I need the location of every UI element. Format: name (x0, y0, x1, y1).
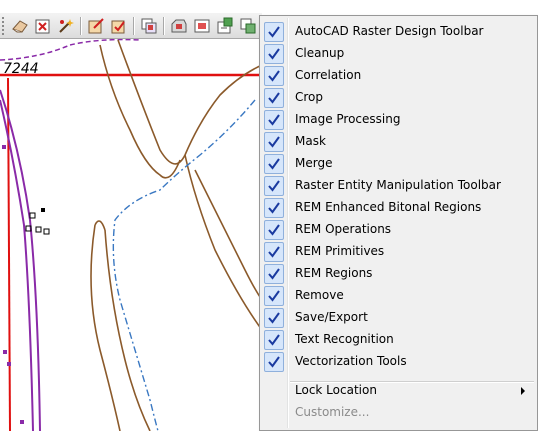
map-symbol (29, 212, 36, 219)
menu-item-toolbar[interactable]: REM Primitives (262, 241, 535, 263)
toolbar-context-menu: AutoCAD Raster Design Toolbar Cleanup Corr… (259, 15, 538, 431)
checkmark-icon (264, 264, 284, 284)
raster-toolbar (0, 13, 262, 39)
checkmark-icon (264, 176, 284, 196)
menu-item-toolbar[interactable]: Image Processing (262, 109, 535, 131)
submenu-arrow-icon (521, 387, 525, 395)
contour-line-7 (94, 220, 106, 231)
contour-line-6 (194, 169, 263, 301)
contour-line-2 (99, 44, 181, 179)
parcel-line-left (7, 77, 11, 431)
checkmark-icon (264, 286, 284, 306)
map-symbol (35, 226, 42, 233)
menu-item-label: Cleanup (295, 46, 345, 60)
checkmark-icon (264, 66, 284, 86)
menu-item-toolbar[interactable]: Text Recognition (262, 329, 535, 351)
menu-item-label: Raster Entity Manipulation Toolbar (295, 178, 501, 192)
checkmark-icon (264, 22, 284, 42)
parcel-label: 7244 (3, 61, 39, 77)
menu-item-label: Crop (295, 90, 324, 104)
edit-box-icon[interactable] (86, 16, 106, 36)
menu-item-toolbar[interactable]: REM Operations (262, 219, 535, 241)
toolbar-separator (80, 17, 82, 35)
map-point (20, 420, 24, 424)
menu-item-label: Merge (295, 156, 333, 170)
contour-line-4 (104, 229, 151, 431)
menu-item-toolbar[interactable]: Remove (262, 285, 535, 307)
menu-item-label: Correlation (295, 68, 362, 82)
menu-item-label: Vectorization Tools (295, 354, 407, 368)
checkmark-icon (264, 330, 284, 350)
menu-item-label: Lock Location (295, 383, 377, 397)
checkmark-icon (264, 110, 284, 130)
menu-item-label: Text Recognition (295, 332, 394, 346)
contour-line-5 (90, 224, 121, 431)
frame-icon[interactable] (192, 16, 212, 36)
menu-item-toolbar[interactable]: Crop (262, 87, 535, 109)
menu-item-toolbar[interactable]: Vectorization Tools (262, 351, 535, 373)
menu-item-toolbar[interactable]: REM Regions (262, 263, 535, 285)
menu-item-label: Customize... (295, 405, 370, 419)
map-symbol (41, 208, 45, 212)
menu-item-label: REM Primitives (295, 244, 385, 258)
menu-item-toolbar[interactable]: Correlation (262, 65, 535, 87)
menu-item-label: Save/Export (295, 310, 368, 324)
boundary-line-outer (0, 89, 41, 431)
map-point (2, 145, 6, 149)
menu-item-label: Mask (295, 134, 326, 148)
checkmark-icon (264, 154, 284, 174)
menu-item-toolbar[interactable]: Cleanup (262, 43, 535, 65)
sparkle-tool-icon[interactable] (56, 16, 76, 36)
menu-item-label: REM Regions (295, 266, 373, 280)
menu-item-label: Remove (295, 288, 344, 302)
map-symbol (43, 228, 50, 235)
eraser-icon[interactable] (10, 16, 30, 36)
checkmark-icon (264, 308, 284, 328)
menu-item-label: REM Operations (295, 222, 392, 236)
menu-item-toolbar[interactable]: Merge (262, 153, 535, 175)
map-point (7, 362, 11, 366)
toolbar-separator (163, 17, 165, 35)
menu-item-lock-location[interactable]: Lock Location (262, 380, 535, 402)
menu-item-label: REM Enhanced Bitonal Regions (295, 200, 482, 214)
checkmark-icon (264, 352, 284, 372)
menu-item-label: AutoCAD Raster Design Toolbar (295, 24, 484, 38)
map-point (3, 350, 7, 354)
toolbar-grip[interactable] (2, 17, 8, 35)
menu-item-toolbar[interactable]: AutoCAD Raster Design Toolbar (262, 21, 535, 43)
menu-item-toolbar[interactable]: Mask (262, 131, 535, 153)
menu-item-label: Image Processing (295, 112, 401, 126)
checkmark-icon (264, 132, 284, 152)
menu-item-toolbar[interactable]: Save/Export (262, 307, 535, 329)
contour-line-3 (184, 154, 263, 331)
stream-line (112, 99, 256, 431)
checkmark-icon (264, 88, 284, 108)
checkmark-icon (264, 198, 284, 218)
toolbar-separator (133, 17, 135, 35)
clip-icon[interactable] (169, 16, 189, 36)
check-edit-icon[interactable] (109, 16, 129, 36)
menu-item-toolbar[interactable]: REM Enhanced Bitonal Regions (262, 197, 535, 219)
paste-image-icon[interactable] (215, 16, 235, 36)
checkmark-icon (264, 220, 284, 240)
insert-image-icon[interactable] (238, 16, 258, 36)
checkmark-icon (264, 44, 284, 64)
menu-item-customize: Customize... (262, 402, 535, 424)
checkmark-icon (264, 242, 284, 262)
layers-icon[interactable] (139, 16, 159, 36)
menu-item-toolbar[interactable]: Raster Entity Manipulation Toolbar (262, 175, 535, 197)
delete-icon[interactable] (33, 16, 53, 36)
contour-line-1 (117, 39, 263, 165)
